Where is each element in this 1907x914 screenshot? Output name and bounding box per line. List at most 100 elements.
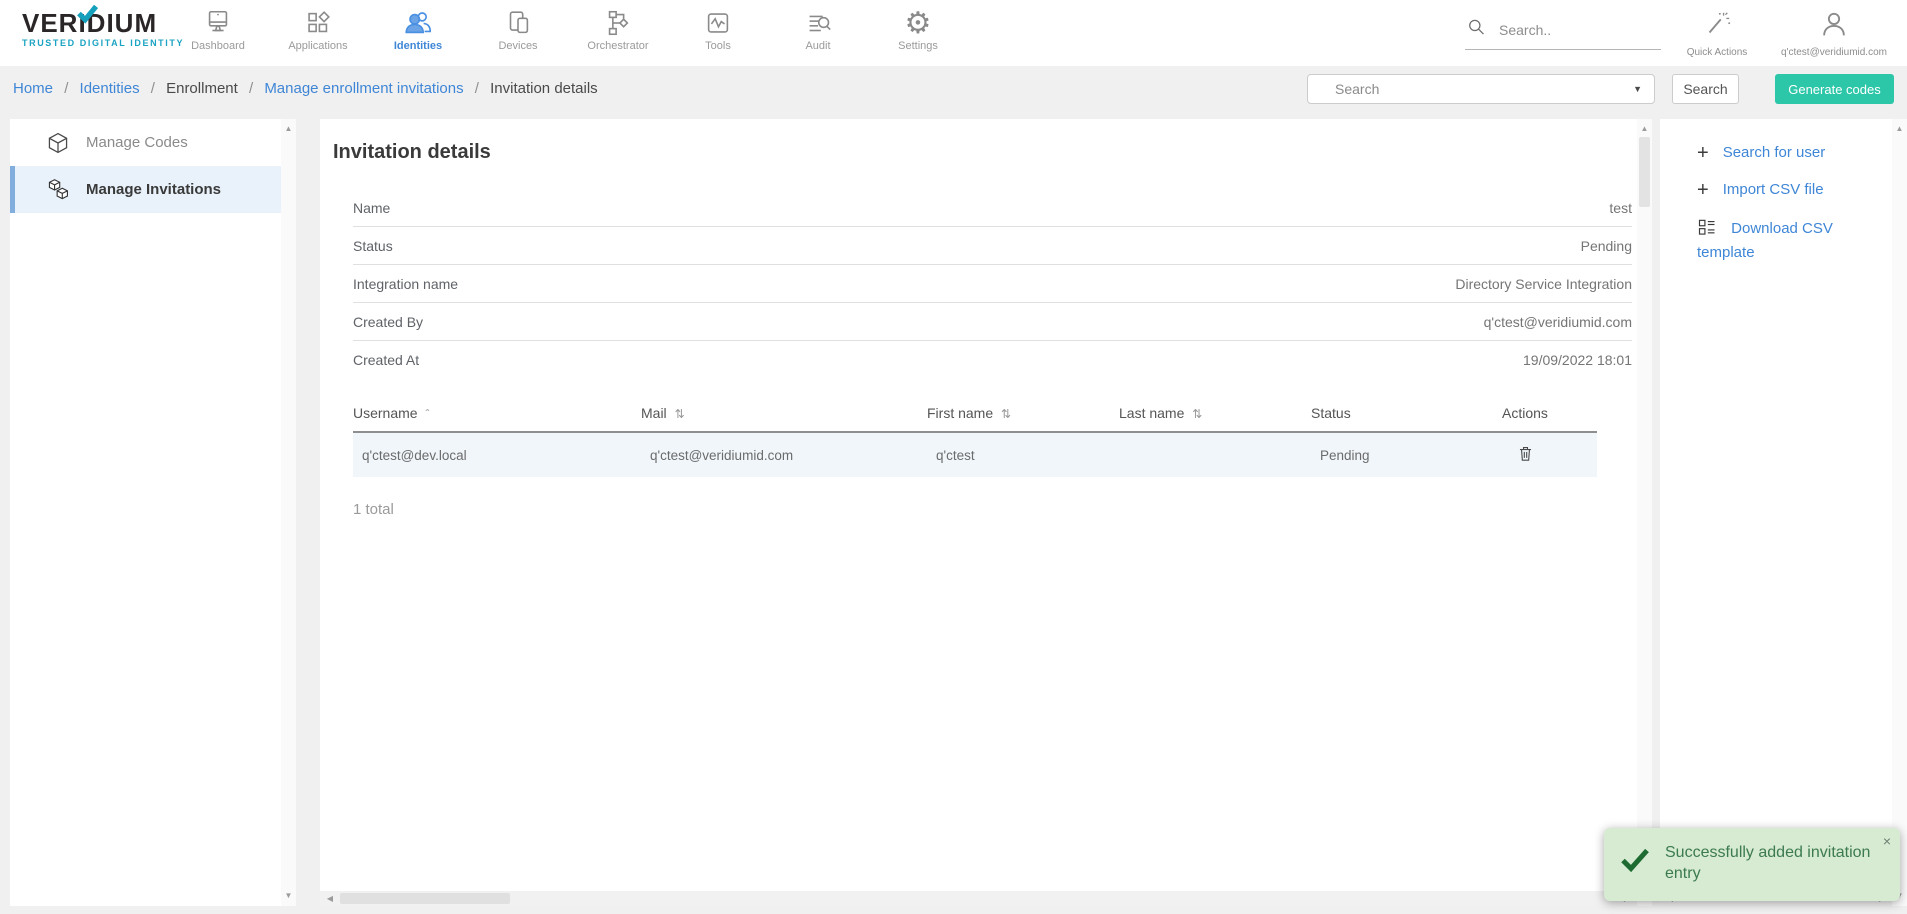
table-header: Username ˆ Mail ⇅ First name ⇅ Last name… — [353, 405, 1597, 433]
scrollbar-thumb[interactable] — [1639, 137, 1650, 207]
column-label: Last name — [1119, 405, 1184, 421]
content-area: Manage Codes Manage Invitations ▲ ▼ Invi… — [0, 111, 1907, 906]
detail-value: Directory Service Integration — [1455, 276, 1632, 292]
breadcrumb: Home / Identities / Enrollment / Manage … — [13, 80, 598, 97]
search-icon — [1465, 16, 1487, 43]
nav-item-tools[interactable]: Tools — [668, 5, 768, 52]
column-header-mail[interactable]: Mail ⇅ — [641, 405, 927, 421]
sort-both-icon: ⇅ — [1192, 407, 1202, 421]
user-menu[interactable]: q'ctest@veridiumid.com — [1768, 6, 1900, 60]
delete-invitation-button[interactable] — [1514, 442, 1537, 468]
nav-label-applications: Applications — [268, 40, 368, 52]
sort-both-icon: ⇅ — [675, 407, 685, 421]
column-label: Username — [353, 405, 418, 421]
right-sidebar-vertical-scrollbar[interactable]: ▲ ▼ — [1892, 119, 1907, 906]
cube-icon — [46, 131, 70, 155]
quick-actions-button[interactable]: Quick Actions — [1672, 6, 1762, 60]
column-header-last-name[interactable]: Last name ⇅ — [1119, 405, 1311, 421]
check-icon — [1620, 847, 1650, 879]
cell-actions — [1502, 442, 1597, 468]
top-header: VERIDIUM TRUSTED DIGITAL IDENTITY Dashbo… — [0, 0, 1907, 66]
nav-label-audit: Audit — [768, 40, 868, 52]
scroll-left-arrow-icon[interactable]: ◀ — [322, 891, 338, 906]
detail-value: q'ctest@veridiumid.com — [1484, 314, 1632, 330]
sidebar-label-manage-invitations: Manage Invitations — [86, 181, 221, 198]
scrollbar-thumb[interactable] — [340, 893, 510, 904]
column-header-username[interactable]: Username ˆ — [353, 405, 641, 421]
detail-label: Status — [353, 238, 393, 254]
logo-tagline: TRUSTED DIGITAL IDENTITY — [22, 38, 184, 48]
nav-item-orchestrator[interactable]: Orchestrator — [568, 5, 668, 52]
global-search-input[interactable] — [1499, 22, 1639, 38]
detail-label: Created By — [353, 314, 423, 330]
download-csv-template-link[interactable]: Download CSV template — [1697, 217, 1889, 263]
cell-first-name: q'ctest — [927, 448, 1119, 463]
invitations-table: Username ˆ Mail ⇅ First name ⇅ Last name… — [353, 405, 1597, 477]
breadcrumb-separator: / — [151, 80, 155, 97]
nav-item-audit[interactable]: Audit — [768, 5, 868, 52]
sidebar-item-manage-invitations[interactable]: Manage Invitations — [10, 166, 296, 213]
plus-icon: + — [1697, 142, 1709, 164]
magic-wand-icon — [1672, 6, 1762, 42]
detail-label: Created At — [353, 352, 419, 368]
breadcrumb-bar: Home / Identities / Enrollment / Manage … — [0, 66, 1907, 111]
breadcrumb-invitation-details: Invitation details — [490, 80, 598, 97]
csv-template-icon — [1697, 224, 1721, 241]
nav-item-settings[interactable]: ⚙ Settings — [868, 5, 968, 52]
detail-row-name: Name test — [353, 189, 1632, 227]
veridium-logo[interactable]: VERIDIUM TRUSTED DIGITAL IDENTITY — [22, 9, 184, 48]
nav-item-dashboard[interactable]: Dashboard — [168, 5, 268, 52]
top-navigation: Dashboard Applications Identities — [168, 5, 968, 52]
scroll-up-arrow-icon[interactable]: ▲ — [1637, 121, 1652, 137]
scroll-down-arrow-icon[interactable]: ▼ — [281, 888, 296, 904]
breadcrumb-separator: / — [64, 80, 68, 97]
nav-label-identities: Identities — [368, 40, 468, 52]
sort-both-icon: ⇅ — [1001, 407, 1011, 421]
column-label: Actions — [1502, 405, 1548, 421]
nav-label-tools: Tools — [668, 40, 768, 52]
nav-item-devices[interactable]: Devices — [468, 5, 568, 52]
chevron-down-icon: ▼ — [1633, 84, 1642, 94]
dashboard-monitor-icon — [168, 5, 268, 39]
nav-item-applications[interactable]: Applications — [268, 5, 368, 52]
right-sidebar: + Search for user +Import CSV file Downlo… — [1660, 119, 1907, 906]
devices-icon — [468, 5, 568, 39]
tools-pulse-icon — [668, 5, 768, 39]
sidebar-item-manage-codes[interactable]: Manage Codes — [10, 119, 296, 166]
applications-grid-icon — [268, 5, 368, 39]
column-header-first-name[interactable]: First name ⇅ — [927, 405, 1119, 421]
settings-gear-icon: ⚙ — [868, 5, 968, 39]
detail-value: Pending — [1581, 238, 1632, 254]
main-vertical-scrollbar[interactable]: ▲ ▼ — [1637, 119, 1652, 906]
logo-check-icon — [77, 1, 98, 29]
scroll-up-arrow-icon[interactable]: ▲ — [1892, 121, 1907, 137]
main-horizontal-scrollbar[interactable]: ◀ ▶ — [320, 891, 1637, 906]
detail-label: Integration name — [353, 276, 458, 292]
import-csv-file-link[interactable]: +Import CSV file — [1697, 180, 1889, 200]
scroll-up-arrow-icon[interactable]: ▲ — [281, 121, 296, 137]
nav-label-settings: Settings — [868, 40, 968, 52]
left-sidebar-scrollbar[interactable]: ▲ ▼ — [281, 119, 296, 906]
main-panel: Invitation details Name test Status Pend… — [320, 119, 1652, 906]
search-button[interactable]: Search — [1672, 74, 1739, 104]
breadcrumb-manage-enrollment-invitations[interactable]: Manage enrollment invitations — [264, 80, 463, 97]
breadcrumb-identities[interactable]: Identities — [80, 80, 140, 97]
logo-wordmark: VERIDIUM — [22, 9, 184, 37]
search-filter-value: Search — [1335, 81, 1633, 97]
detail-row-created-at: Created At 19/09/2022 18:01 — [353, 341, 1632, 379]
link-label: Search for user — [1723, 144, 1826, 161]
search-filter-select[interactable]: Search ▼ — [1307, 74, 1655, 104]
cell-status: Pending — [1311, 448, 1502, 463]
global-search — [1465, 16, 1661, 50]
nav-label-dashboard: Dashboard — [168, 40, 268, 52]
toast-close-button[interactable]: × — [1883, 833, 1891, 849]
trash-icon — [1516, 451, 1535, 466]
success-toast: Successfully added invitation entry × — [1604, 828, 1900, 901]
generate-codes-button[interactable]: Generate codes — [1775, 74, 1894, 104]
invitation-details-list: Name test Status Pending Integration nam… — [353, 189, 1632, 379]
table-row: q'ctest@dev.local q'ctest@veridiumid.com… — [353, 433, 1597, 477]
search-for-user-link[interactable]: + Search for user — [1697, 143, 1889, 163]
toast-message: Successfully added invitation entry — [1665, 842, 1878, 885]
nav-item-identities[interactable]: Identities — [368, 5, 468, 52]
breadcrumb-home[interactable]: Home — [13, 80, 53, 97]
